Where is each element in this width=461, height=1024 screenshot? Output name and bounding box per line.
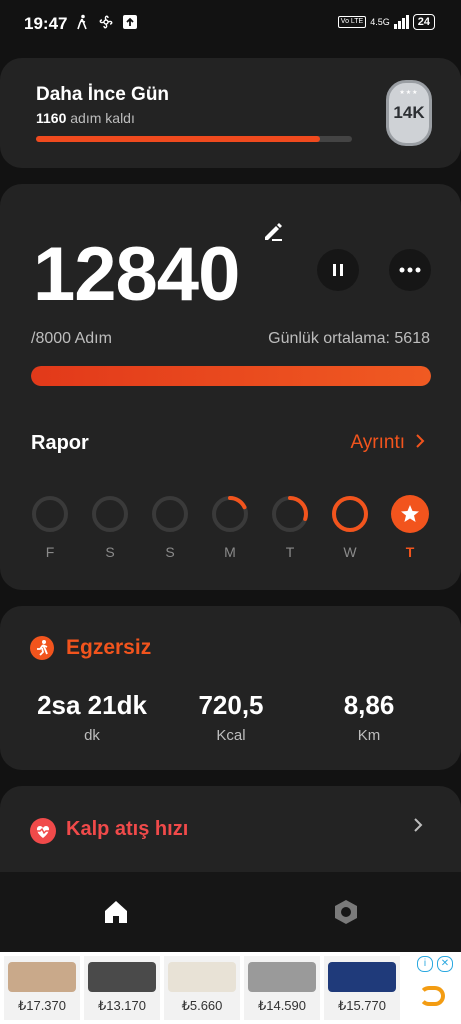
progress-ring xyxy=(272,496,308,532)
status-time: 19:47 xyxy=(24,14,68,33)
sofa-image xyxy=(168,962,236,992)
day-indicator[interactable]: T xyxy=(390,494,430,560)
day-indicator[interactable]: T xyxy=(270,494,310,560)
progress-ring xyxy=(152,496,188,532)
ad-close-icon[interactable]: ✕ xyxy=(437,956,453,972)
ad-product[interactable]: ₺15.770 xyxy=(324,956,400,1020)
heart-rate-icon xyxy=(30,818,56,844)
sofa-image xyxy=(248,962,316,992)
day-indicator[interactable]: S xyxy=(90,494,130,560)
day-indicator[interactable]: W xyxy=(330,494,370,560)
chevron-right-icon[interactable] xyxy=(413,816,423,839)
ad-banner[interactable]: i ✕ ₺17.370 ₺13.170 ₺5.660 ₺14.590 ₺15.770 xyxy=(0,952,461,1024)
report-title: Rapor xyxy=(31,432,89,454)
ad-price: ₺13.170 xyxy=(97,998,147,1013)
ad-price: ₺14.590 xyxy=(257,998,307,1013)
status-bar: 19:47 Vo LTE 4.5G 24 xyxy=(0,0,461,48)
day-indicator[interactable]: M xyxy=(210,494,250,560)
progress-ring xyxy=(212,496,248,532)
more-button[interactable] xyxy=(389,249,431,291)
day-label: T xyxy=(285,544,295,560)
goal-title: Daha İnce Gün xyxy=(36,84,170,105)
day-indicator[interactable]: S xyxy=(150,494,190,560)
daily-average-label: Günlük ortalama: 5618 xyxy=(268,330,430,347)
ad-product[interactable]: ₺13.170 xyxy=(84,956,160,1020)
device-icon[interactable] xyxy=(332,898,360,926)
exercise-card[interactable] xyxy=(0,606,461,770)
signal-icon xyxy=(393,15,409,29)
daily-goal-label: /8000 Adım xyxy=(31,330,112,347)
pause-button[interactable] xyxy=(317,249,359,291)
battery-indicator: 24 xyxy=(412,14,435,30)
step-count: 12840 xyxy=(33,232,240,317)
steps-progress-fill xyxy=(31,366,431,386)
sofa-image xyxy=(8,962,76,992)
home-icon[interactable] xyxy=(102,898,130,926)
upload-icon xyxy=(122,14,138,30)
day-label: T xyxy=(405,544,415,560)
badge-stars-icon: ★★★ xyxy=(399,90,419,96)
exercise-calories: 720,5 Kcal xyxy=(198,690,264,744)
exercise-title: Egzersiz xyxy=(66,636,152,659)
day-label: W xyxy=(343,544,357,560)
goal-progress-bar xyxy=(36,136,352,142)
exercise-duration: 2sa 21dk dk xyxy=(37,690,147,744)
star-icon xyxy=(391,495,429,533)
edit-icon[interactable] xyxy=(262,220,284,242)
progress-ring xyxy=(32,496,68,532)
goal-remaining: 1160 adım kaldı xyxy=(36,110,135,126)
details-link[interactable]: Ayrıntı xyxy=(350,432,425,454)
sofa-image xyxy=(88,962,156,992)
bottom-nav xyxy=(0,872,461,952)
day-label: S xyxy=(105,544,115,560)
pause-icon xyxy=(333,264,343,276)
day-label: F xyxy=(45,544,55,560)
progress-ring xyxy=(92,496,128,532)
more-icon xyxy=(399,267,421,273)
steps-progress-bar xyxy=(31,366,431,386)
volte-indicator: Vo LTE xyxy=(337,16,367,28)
ad-brand-logo xyxy=(419,986,445,1006)
ad-price: ₺17.370 xyxy=(17,998,67,1013)
ad-product[interactable]: ₺5.660 xyxy=(164,956,240,1020)
ad-price: ₺15.770 xyxy=(337,998,387,1013)
network-type: 4.5G xyxy=(370,17,390,27)
day-label: M xyxy=(224,544,236,560)
ad-info-icon[interactable]: i xyxy=(417,956,433,972)
weekly-report: FSSMTW T xyxy=(30,494,432,560)
chevron-right-icon xyxy=(415,432,425,454)
heart-rate-title: Kalp atış hızı xyxy=(66,818,189,840)
goal-progress-fill xyxy=(36,136,321,142)
sofa-image xyxy=(328,962,396,992)
fan-icon xyxy=(98,14,114,30)
ad-product[interactable]: ₺17.370 xyxy=(4,956,80,1020)
running-icon xyxy=(30,636,54,660)
day-label: S xyxy=(165,544,175,560)
exercise-distance: 8,86 Km xyxy=(343,690,395,744)
achievement-badge[interactable]: ★★★ 14K xyxy=(386,80,432,146)
ad-price: ₺5.660 xyxy=(181,998,223,1013)
ad-product[interactable]: ₺14.590 xyxy=(244,956,320,1020)
day-indicator[interactable]: F xyxy=(30,494,70,560)
walking-icon xyxy=(74,14,90,30)
progress-ring xyxy=(332,496,368,532)
badge-label: 14K xyxy=(393,103,425,122)
